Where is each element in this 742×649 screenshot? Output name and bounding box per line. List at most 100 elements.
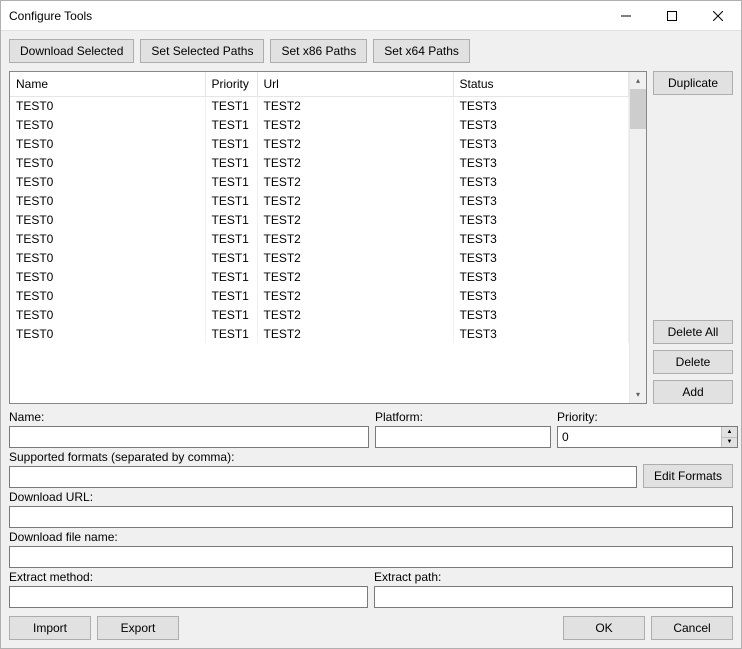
cell-url: TEST2 <box>257 248 453 267</box>
download-filename-label: Download file name: <box>9 530 733 544</box>
maximize-button[interactable] <box>649 1 695 31</box>
cell-status: TEST3 <box>453 153 629 172</box>
priority-spinner[interactable]: ▲ ▼ <box>557 426 738 448</box>
table-row[interactable]: TEST0TEST1TEST2TEST3 <box>10 210 629 229</box>
cell-status: TEST3 <box>453 248 629 267</box>
col-header-url[interactable]: Url <box>257 72 453 96</box>
add-button[interactable]: Add <box>653 380 733 404</box>
table-row[interactable]: TEST0TEST1TEST2TEST3 <box>10 267 629 286</box>
cell-name: TEST0 <box>10 305 205 324</box>
cell-status: TEST3 <box>453 96 629 115</box>
cell-status: TEST3 <box>453 191 629 210</box>
supported-formats-input[interactable] <box>9 466 637 488</box>
table-row[interactable]: TEST0TEST1TEST2TEST3 <box>10 191 629 210</box>
ok-button[interactable]: OK <box>563 616 645 640</box>
import-button[interactable]: Import <box>9 616 91 640</box>
table-row[interactable]: TEST0TEST1TEST2TEST3 <box>10 324 629 343</box>
cell-url: TEST2 <box>257 115 453 134</box>
duplicate-button[interactable]: Duplicate <box>653 71 733 95</box>
configure-tools-window: Configure Tools Download Selected Set Se… <box>0 0 742 649</box>
spin-down-icon[interactable]: ▼ <box>722 438 737 448</box>
table-row[interactable]: TEST0TEST1TEST2TEST3 <box>10 96 629 115</box>
cell-name: TEST0 <box>10 191 205 210</box>
cell-priority: TEST1 <box>205 248 257 267</box>
col-header-status[interactable]: Status <box>453 72 629 96</box>
cell-priority: TEST1 <box>205 134 257 153</box>
cell-status: TEST3 <box>453 115 629 134</box>
set-x86-paths-button[interactable]: Set x86 Paths <box>270 39 367 63</box>
delete-all-button[interactable]: Delete All <box>653 320 733 344</box>
cell-priority: TEST1 <box>205 229 257 248</box>
cell-url: TEST2 <box>257 172 453 191</box>
spin-up-icon[interactable]: ▲ <box>722 427 737 438</box>
table-row[interactable]: TEST0TEST1TEST2TEST3 <box>10 248 629 267</box>
vertical-scrollbar[interactable]: ▴ ▾ <box>629 72 646 403</box>
col-header-name[interactable]: Name <box>10 72 205 96</box>
table-row[interactable]: TEST0TEST1TEST2TEST3 <box>10 115 629 134</box>
cell-priority: TEST1 <box>205 153 257 172</box>
side-button-panel: Duplicate Delete All Delete Add <box>653 71 733 404</box>
set-x64-paths-button[interactable]: Set x64 Paths <box>373 39 470 63</box>
table-row[interactable]: TEST0TEST1TEST2TEST3 <box>10 286 629 305</box>
cell-name: TEST0 <box>10 286 205 305</box>
cell-url: TEST2 <box>257 324 453 343</box>
delete-button[interactable]: Delete <box>653 350 733 374</box>
cell-status: TEST3 <box>453 210 629 229</box>
cell-status: TEST3 <box>453 305 629 324</box>
cell-url: TEST2 <box>257 134 453 153</box>
cell-url: TEST2 <box>257 229 453 248</box>
cell-status: TEST3 <box>453 172 629 191</box>
priority-input[interactable] <box>558 427 721 447</box>
download-url-input[interactable] <box>9 506 733 528</box>
cell-priority: TEST1 <box>205 305 257 324</box>
scroll-up-icon[interactable]: ▴ <box>630 72 646 89</box>
extract-method-input[interactable] <box>9 586 368 608</box>
col-header-priority[interactable]: Priority <box>205 72 257 96</box>
cell-priority: TEST1 <box>205 191 257 210</box>
extract-method-label: Extract method: <box>9 570 368 584</box>
close-button[interactable] <box>695 1 741 31</box>
table-row[interactable]: TEST0TEST1TEST2TEST3 <box>10 153 629 172</box>
cell-name: TEST0 <box>10 229 205 248</box>
name-input[interactable] <box>9 426 369 448</box>
cell-priority: TEST1 <box>205 267 257 286</box>
export-button[interactable]: Export <box>97 616 179 640</box>
table-row[interactable]: TEST0TEST1TEST2TEST3 <box>10 134 629 153</box>
table-row[interactable]: TEST0TEST1TEST2TEST3 <box>10 229 629 248</box>
cell-name: TEST0 <box>10 248 205 267</box>
cell-url: TEST2 <box>257 286 453 305</box>
cell-priority: TEST1 <box>205 115 257 134</box>
cell-priority: TEST1 <box>205 210 257 229</box>
cell-priority: TEST1 <box>205 172 257 191</box>
table-row[interactable]: TEST0TEST1TEST2TEST3 <box>10 172 629 191</box>
set-selected-paths-button[interactable]: Set Selected Paths <box>140 39 264 63</box>
scroll-down-icon[interactable]: ▾ <box>630 386 646 403</box>
download-selected-button[interactable]: Download Selected <box>9 39 134 63</box>
table-row[interactable]: TEST0TEST1TEST2TEST3 <box>10 305 629 324</box>
cell-url: TEST2 <box>257 191 453 210</box>
extract-path-input[interactable] <box>374 586 733 608</box>
priority-label: Priority: <box>557 410 738 424</box>
cell-url: TEST2 <box>257 210 453 229</box>
platform-input[interactable] <box>375 426 551 448</box>
download-filename-input[interactable] <box>9 546 733 568</box>
cell-url: TEST2 <box>257 153 453 172</box>
cell-priority: TEST1 <box>205 286 257 305</box>
minimize-button[interactable] <box>603 1 649 31</box>
platform-label: Platform: <box>375 410 551 424</box>
scrollbar-thumb[interactable] <box>630 89 646 129</box>
cell-url: TEST2 <box>257 267 453 286</box>
cell-status: TEST3 <box>453 286 629 305</box>
name-label: Name: <box>9 410 369 424</box>
tools-table[interactable]: Name Priority Url Status TEST0TEST1TEST2… <box>9 71 647 404</box>
cell-status: TEST3 <box>453 229 629 248</box>
top-toolbar: Download Selected Set Selected Paths Set… <box>9 39 733 63</box>
cell-name: TEST0 <box>10 134 205 153</box>
cancel-button[interactable]: Cancel <box>651 616 733 640</box>
edit-formats-button[interactable]: Edit Formats <box>643 464 733 488</box>
cell-url: TEST2 <box>257 305 453 324</box>
download-url-label: Download URL: <box>9 490 733 504</box>
cell-status: TEST3 <box>453 324 629 343</box>
window-title: Configure Tools <box>9 9 603 23</box>
cell-url: TEST2 <box>257 96 453 115</box>
